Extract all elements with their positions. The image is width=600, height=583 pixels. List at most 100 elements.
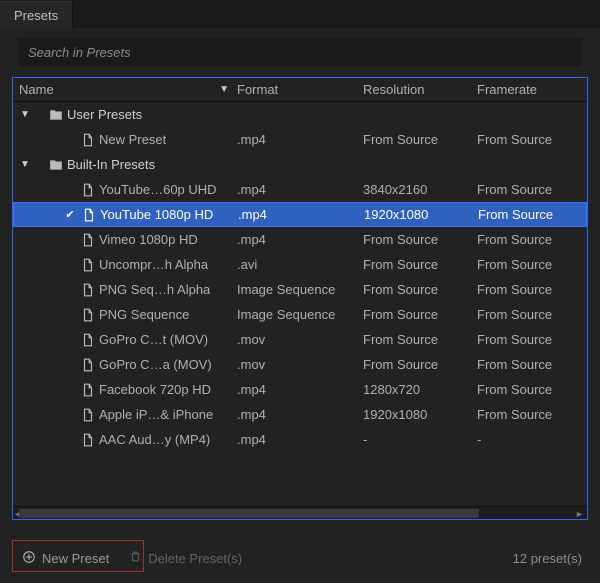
preset-name: GoPro C…t (MOV): [99, 332, 208, 347]
table-row[interactable]: YouTube…60p UHD .mp4 3840x2160 From Sour…: [13, 177, 587, 202]
trash-icon: [129, 550, 142, 566]
column-label: Name: [19, 82, 54, 97]
preset-format: .mp4: [237, 232, 363, 247]
preset-resolution: From Source: [363, 132, 477, 147]
table-row-selected[interactable]: ✔ YouTube 1080p HD .mp4 1920x1080 From S…: [13, 202, 587, 227]
button-label: New Preset: [42, 551, 109, 566]
column-header-resolution[interactable]: Resolution: [363, 82, 477, 97]
preset-format: .avi: [237, 257, 363, 272]
preset-resolution: From Source: [363, 307, 477, 322]
file-icon: [79, 283, 97, 297]
table-body: ▼ User Presets New Preset: [13, 102, 587, 452]
horizontal-scrollbar[interactable]: ◄ ►: [13, 506, 587, 519]
preset-resolution: -: [363, 432, 477, 447]
table-row[interactable]: Apple iP…& iPhone .mp4 1920x1080 From So…: [13, 402, 587, 427]
scrollbar-thumb[interactable]: [19, 509, 479, 518]
preset-resolution: From Source: [363, 232, 477, 247]
table-row[interactable]: New Preset .mp4 From Source From Source: [13, 127, 587, 152]
preset-framerate: From Source: [477, 357, 575, 372]
group-label: Built-In Presets: [67, 157, 155, 172]
table-row[interactable]: AAC Aud…y (MP4) .mp4 - -: [13, 427, 587, 452]
file-icon: [79, 358, 97, 372]
table-row[interactable]: GoPro C…a (MOV) .mov From Source From So…: [13, 352, 587, 377]
table-row[interactable]: Facebook 720p HD .mp4 1280x720 From Sour…: [13, 377, 587, 402]
folder-icon: [47, 158, 65, 172]
preset-name: Facebook 720p HD: [99, 382, 211, 397]
preset-framerate: -: [477, 432, 575, 447]
preset-framerate: From Source: [478, 207, 576, 222]
file-icon: [80, 208, 98, 222]
preset-name: PNG Seq…h Alpha: [99, 282, 210, 297]
file-icon: [79, 258, 97, 272]
scroll-right-icon[interactable]: ►: [575, 507, 587, 520]
new-preset-button[interactable]: New Preset: [12, 545, 119, 572]
preset-resolution: From Source: [363, 357, 477, 372]
preset-name: AAC Aud…y (MP4): [99, 432, 210, 447]
column-header-format[interactable]: Format: [237, 82, 363, 97]
preset-resolution: 1920x1080: [363, 407, 477, 422]
table-headers: Name ▼ Format Resolution Framerate: [13, 78, 587, 102]
search-row: [0, 28, 600, 77]
preset-resolution: 1280x720: [363, 382, 477, 397]
delete-preset-button[interactable]: Delete Preset(s): [119, 545, 252, 571]
file-icon: [79, 308, 97, 322]
folder-icon: [47, 108, 65, 122]
group-builtin-presets[interactable]: ▼ Built-In Presets: [13, 152, 587, 177]
preset-name: Uncompr…h Alpha: [99, 257, 208, 272]
preset-format: .mp4: [237, 382, 363, 397]
search-input[interactable]: [18, 38, 582, 67]
preset-framerate: From Source: [477, 232, 575, 247]
table-row[interactable]: PNG Seq…h Alpha Image Sequence From Sour…: [13, 277, 587, 302]
preset-format: .mp4: [237, 432, 363, 447]
preset-count: 12 preset(s): [513, 551, 588, 566]
preset-format: .mp4: [237, 407, 363, 422]
table-row[interactable]: GoPro C…t (MOV) .mov From Source From So…: [13, 327, 587, 352]
column-header-framerate[interactable]: Framerate: [477, 82, 575, 97]
footer-bar: New Preset Delete Preset(s) 12 preset(s): [12, 543, 588, 573]
preset-name: PNG Sequence: [99, 307, 189, 322]
preset-framerate: From Source: [477, 382, 575, 397]
plus-circle-icon: [22, 550, 36, 567]
file-icon: [79, 233, 97, 247]
group-label: User Presets: [67, 107, 142, 122]
group-user-presets[interactable]: ▼ User Presets: [13, 102, 587, 127]
preset-resolution: From Source: [363, 332, 477, 347]
preset-name: GoPro C…a (MOV): [99, 357, 212, 372]
preset-format: Image Sequence: [237, 282, 363, 297]
table-row[interactable]: Uncompr…h Alpha .avi From Source From So…: [13, 252, 587, 277]
file-icon: [79, 383, 97, 397]
preset-resolution: From Source: [363, 257, 477, 272]
tab-bar: Presets: [0, 0, 600, 28]
preset-resolution: 1920x1080: [364, 207, 478, 222]
presets-panel: Presets Name ▼ Format Resolution Framera…: [0, 0, 600, 583]
table-row[interactable]: PNG Sequence Image Sequence From Source …: [13, 302, 587, 327]
preset-format: .mp4: [237, 182, 363, 197]
preset-format: .mp4: [238, 207, 364, 222]
preset-name: Apple iP…& iPhone: [99, 407, 213, 422]
file-icon: [79, 433, 97, 447]
table-row[interactable]: Vimeo 1080p HD .mp4 From Source From Sou…: [13, 227, 587, 252]
button-label: Delete Preset(s): [148, 551, 242, 566]
preset-framerate: From Source: [477, 257, 575, 272]
preset-name: Vimeo 1080p HD: [99, 232, 198, 247]
column-header-name[interactable]: Name ▼: [13, 82, 237, 97]
preset-framerate: From Source: [477, 132, 575, 147]
preset-name: YouTube…60p UHD: [99, 182, 217, 197]
preset-name: New Preset: [99, 132, 166, 147]
file-icon: [79, 183, 97, 197]
check-icon: ✔: [62, 208, 78, 221]
preset-resolution: 3840x2160: [363, 182, 477, 197]
preset-framerate: From Source: [477, 282, 575, 297]
caret-down-icon[interactable]: ▼: [19, 159, 31, 170]
preset-framerate: From Source: [477, 182, 575, 197]
file-icon: [79, 133, 97, 147]
preset-resolution: From Source: [363, 282, 477, 297]
preset-format: .mov: [237, 357, 363, 372]
preset-framerate: From Source: [477, 307, 575, 322]
preset-framerate: From Source: [477, 407, 575, 422]
tab-presets[interactable]: Presets: [0, 1, 73, 28]
sort-desc-icon: ▼: [219, 84, 229, 95]
preset-format: Image Sequence: [237, 307, 363, 322]
caret-down-icon[interactable]: ▼: [19, 109, 31, 120]
preset-name: YouTube 1080p HD: [100, 207, 213, 222]
